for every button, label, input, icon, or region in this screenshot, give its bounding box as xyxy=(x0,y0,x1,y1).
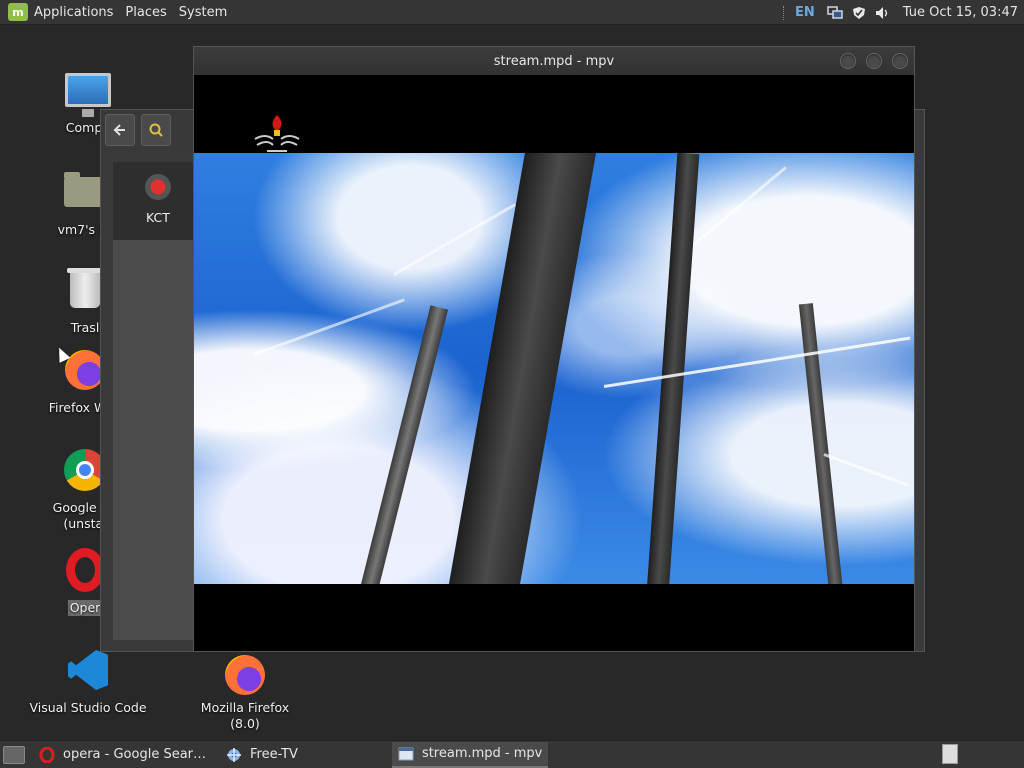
mpv-window[interactable]: stream.mpd - mpv xyxy=(193,46,915,652)
mint-menu-icon[interactable]: m xyxy=(8,3,28,21)
opera-icon xyxy=(39,746,55,763)
mpv-titlebar[interactable]: stream.mpd - mpv xyxy=(194,47,914,75)
menu-places[interactable]: Places xyxy=(125,5,166,20)
channel-logo-icon xyxy=(254,115,300,152)
keyboard-layout-indicator[interactable]: EN xyxy=(795,5,815,20)
workspace-switcher[interactable] xyxy=(942,744,958,764)
window-icon xyxy=(398,746,414,762)
desktop-icon-label: Trasl xyxy=(70,320,100,335)
back-arrow-icon xyxy=(113,124,125,136)
network-icon[interactable] xyxy=(827,5,843,20)
firefox-icon xyxy=(221,646,269,695)
volume-icon[interactable] xyxy=(875,6,891,20)
file-item-label: KCT xyxy=(146,210,170,225)
minimize-button[interactable] xyxy=(840,53,856,69)
video-area[interactable] xyxy=(194,75,914,651)
top-panel: m Applications Places System EN Tue Oct … xyxy=(0,0,1024,25)
window-title: stream.mpd - mpv xyxy=(493,53,615,69)
taskbar-task-label: opera - Google Sear… xyxy=(63,747,207,762)
back-button[interactable] xyxy=(105,114,135,146)
computer-icon xyxy=(64,66,112,117)
desktop-icon-label: Mozilla Firefox (8.0) xyxy=(200,700,290,731)
freetv-icon xyxy=(226,747,242,763)
channel-logo-icon xyxy=(145,174,171,200)
taskbar-task-label: Free-TV xyxy=(250,747,298,762)
desktop-icon-label: Visual Studio Code xyxy=(29,700,147,715)
search-button[interactable] xyxy=(141,114,171,146)
menu-applications[interactable]: Applications xyxy=(34,5,113,20)
clock[interactable]: Tue Oct 15, 03:47 xyxy=(903,5,1018,20)
vscode-icon xyxy=(64,646,112,694)
panel-separator xyxy=(783,5,785,20)
desktop-icon-label: Oper xyxy=(67,600,103,616)
desktop-icon-vscode[interactable]: Visual Studio Code xyxy=(28,646,148,716)
menu-system[interactable]: System xyxy=(179,5,227,20)
taskbar: opera - Google Sear… Free-TV stream.mpd … xyxy=(0,740,1024,768)
shield-icon[interactable] xyxy=(851,6,867,20)
window-controls xyxy=(830,53,908,69)
desktop-icon-mozilla-firefox[interactable]: Mozilla Firefox (8.0) xyxy=(185,646,305,732)
search-icon xyxy=(149,123,163,137)
system-tray: EN Tue Oct 15, 03:47 xyxy=(783,0,1024,25)
taskbar-task-label: stream.mpd - mpv xyxy=(421,746,543,761)
taskbar-task-freetv[interactable]: Free-TV xyxy=(220,742,304,768)
maximize-button[interactable] xyxy=(866,53,882,69)
taskbar-task-opera[interactable]: opera - Google Sear… xyxy=(33,742,212,768)
video-frame xyxy=(194,153,914,584)
taskbar-task-mpv[interactable]: stream.mpd - mpv xyxy=(391,741,549,768)
show-desktop-button[interactable] xyxy=(3,745,25,764)
file-item-kct[interactable]: KCT xyxy=(113,162,203,240)
close-button[interactable] xyxy=(892,53,908,69)
